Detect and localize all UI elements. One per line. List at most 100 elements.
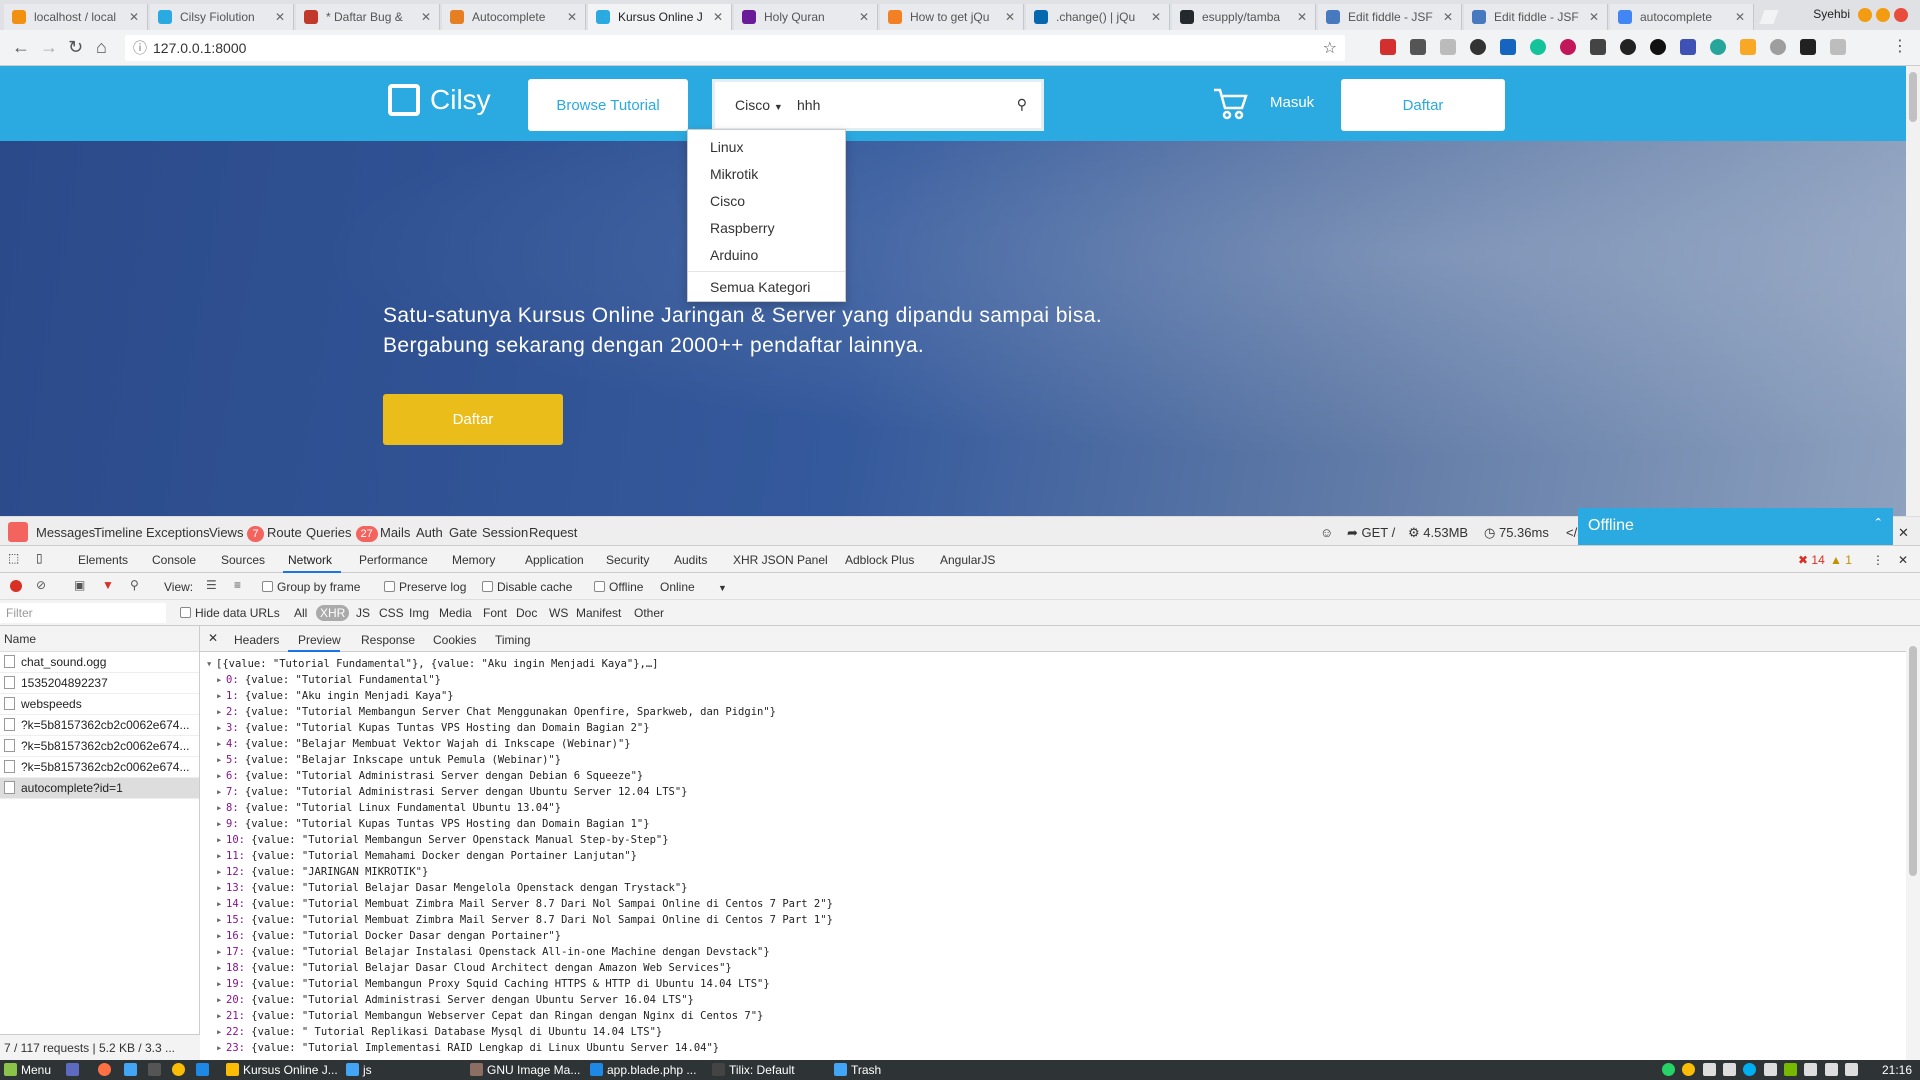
preview-row[interactable]: ▸ 2: {value: "Tutorial Membangun Server C…: [206, 704, 1900, 720]
browser-menu-icon[interactable]: ⋮: [1892, 37, 1908, 57]
preview-row[interactable]: ▸ 8: {value: "Tutorial Linux Fundamental …: [206, 800, 1900, 816]
browser-tab[interactable]: Edit fiddle - JSF ✕: [1318, 4, 1462, 30]
address-bar[interactable]: ⓘ 127.0.0.1:8000 ☆: [125, 35, 1345, 61]
inspect-element-icon[interactable]: ⬚: [8, 551, 19, 565]
start-menu-button[interactable]: Menu: [4, 1063, 51, 1077]
preview-row[interactable]: ▸ 0: {value: "Tutorial Fundamental"}: [206, 672, 1900, 688]
close-tab-icon[interactable]: ✕: [713, 10, 723, 24]
close-tab-icon[interactable]: ✕: [275, 10, 285, 24]
adblock-extension-icon[interactable]: [1380, 39, 1396, 55]
devtools-tab-xhr-json-panel[interactable]: XHR JSON Panel: [733, 553, 828, 567]
group-by-frame-checkbox[interactable]: Group by frame: [262, 580, 360, 594]
extension-icon[interactable]: [1620, 39, 1636, 55]
cart-icon[interactable]: [1212, 86, 1248, 128]
launcher-icon[interactable]: [66, 1063, 83, 1077]
browser-tab[interactable]: autocomplete ✕: [1610, 4, 1754, 30]
request-row[interactable]: ?k=5b8157362cb2c0062e674...: [0, 736, 199, 757]
preview-summary-row[interactable]: ▾ [{value: "Tutorial Fundamental"}, {valu…: [206, 656, 1900, 672]
preview-row[interactable]: ▸ 21: {value: "Tutorial Membangun Webserv…: [206, 1008, 1900, 1024]
close-tab-icon[interactable]: ✕: [1151, 10, 1161, 24]
debugbar-logo-icon[interactable]: [8, 522, 28, 542]
preview-row[interactable]: ▸ 6: {value: "Tutorial Administrasi Serve…: [206, 768, 1900, 784]
close-tab-icon[interactable]: ✕: [421, 10, 431, 24]
close-tab-icon[interactable]: ✕: [1005, 10, 1015, 24]
request-row[interactable]: ?k=5b8157362cb2c0062e674...: [0, 757, 199, 778]
extension-icon[interactable]: [1800, 39, 1816, 55]
debugbar-request-method[interactable]: ➦ GET /: [1347, 525, 1395, 541]
browser-tab[interactable]: localhost / local ✕: [4, 4, 148, 30]
reload-icon[interactable]: ↻: [68, 37, 83, 57]
debugbar-tab-views[interactable]: Views 7: [209, 525, 264, 542]
launcher-icon[interactable]: [148, 1063, 165, 1077]
preview-row[interactable]: ▸ 5: {value: "Belajar Inkscape untuk Pemu…: [206, 752, 1900, 768]
browser-tab[interactable]: .change() | jQu ✕: [1026, 4, 1170, 30]
detail-tab-preview[interactable]: Preview: [298, 633, 341, 647]
extension-icon[interactable]: [1650, 39, 1666, 55]
extension-icon[interactable]: [1560, 39, 1576, 55]
type-filter-js[interactable]: JS: [352, 605, 374, 621]
category-option[interactable]: Mikrotik: [688, 161, 845, 188]
warning-count-badge[interactable]: ▲ 1: [1830, 553, 1852, 567]
browser-profile-name[interactable]: Syehbi: [1813, 7, 1850, 21]
tray-icons[interactable]: [1662, 1063, 1862, 1077]
devtools-tab-application[interactable]: Application: [525, 553, 584, 567]
search-icon[interactable]: ⚲: [130, 578, 139, 592]
type-filter-css[interactable]: CSS: [375, 605, 408, 621]
request-row[interactable]: ?k=5b8157362cb2c0062e674...: [0, 715, 199, 736]
extension-icon[interactable]: [1830, 39, 1846, 55]
hero-register-button[interactable]: Daftar: [383, 394, 563, 445]
browser-tab[interactable]: Edit fiddle - JSF ✕: [1464, 4, 1608, 30]
preview-row[interactable]: ▸ 1: {value: "Aku ingin Menjadi Kaya"}: [206, 688, 1900, 704]
filter-input[interactable]: Filter: [0, 603, 166, 623]
taskbar-window-button[interactable]: GNU Image Ma...: [470, 1063, 580, 1077]
throttling-select[interactable]: Online ▼: [660, 580, 727, 594]
detail-tab-response[interactable]: Response: [361, 633, 415, 647]
devtools-tab-elements[interactable]: Elements: [78, 553, 128, 567]
taskbar-window-button[interactable]: Tilix: Default: [712, 1063, 795, 1077]
extension-icon[interactable]: [1710, 39, 1726, 55]
preview-row[interactable]: ▸ 13: {value: "Tutorial Belajar Dasar Men…: [206, 880, 1900, 896]
request-row[interactable]: webspeeds: [0, 694, 199, 715]
page-scrollbar[interactable]: [1906, 66, 1920, 516]
category-option[interactable]: Raspberry: [688, 215, 845, 242]
grammarly-extension-icon[interactable]: [1530, 39, 1546, 55]
back-icon[interactable]: ←: [12, 37, 30, 57]
type-filter-xhr[interactable]: XHR: [316, 605, 350, 621]
close-detail-icon[interactable]: ✕: [208, 631, 218, 645]
launcher-icon[interactable]: [196, 1063, 213, 1077]
close-tab-icon[interactable]: ✕: [859, 10, 869, 24]
request-row[interactable]: autocomplete?id=1: [0, 778, 199, 799]
chevron-up-icon[interactable]: ˆ: [1876, 517, 1881, 535]
devtools-tab-memory[interactable]: Memory: [452, 553, 495, 567]
filter-icon[interactable]: ▼: [102, 578, 114, 592]
category-option-all[interactable]: Semua Kategori: [688, 271, 845, 298]
preview-row[interactable]: ▸ 7: {value: "Tutorial Administrasi Serve…: [206, 784, 1900, 800]
launcher-icon[interactable]: [172, 1063, 189, 1077]
preview-row[interactable]: ▸ 19: {value: "Tutorial Membangun Proxy S…: [206, 976, 1900, 992]
preview-row[interactable]: ▸ 14: {value: "Tutorial Membuat Zimbra Ma…: [206, 896, 1900, 912]
preview-row[interactable]: ▸ 20: {value: "Tutorial Administrasi Serv…: [206, 992, 1900, 1008]
debugbar-tab-request[interactable]: Request: [529, 525, 577, 540]
devtools-tab-adblock-plus[interactable]: Adblock Plus: [845, 553, 914, 567]
site-logo[interactable]: Cilsy: [388, 84, 491, 116]
preview-row[interactable]: ▸ 10: {value: "Tutorial Membangun Server …: [206, 832, 1900, 848]
close-tab-icon[interactable]: ✕: [129, 10, 139, 24]
taskbar-window-button[interactable]: Trash: [834, 1063, 881, 1077]
search-icon[interactable]: ⚲: [1017, 96, 1027, 113]
debugbar-tab-mails[interactable]: Mails: [380, 525, 410, 540]
type-filter-media[interactable]: Media: [435, 605, 476, 621]
category-dropdown-toggle[interactable]: Cisco ▼: [735, 97, 783, 113]
error-count-badge[interactable]: ✖ 14: [1798, 553, 1825, 567]
devtools-menu-icon[interactable]: ⋮: [1872, 553, 1884, 567]
name-column-header[interactable]: Name: [0, 626, 199, 652]
taskbar-window-button[interactable]: Kursus Online J...: [226, 1063, 338, 1077]
extension-icon[interactable]: [1740, 39, 1756, 55]
clear-icon[interactable]: ⊘: [36, 578, 46, 592]
taskbar-window-button[interactable]: js: [346, 1063, 372, 1077]
large-rows-icon[interactable]: ☰: [206, 578, 217, 592]
category-option[interactable]: Linux: [688, 134, 845, 161]
browser-tab[interactable]: Autocomplete ✕: [442, 4, 586, 30]
type-filter-all[interactable]: All: [290, 605, 311, 621]
debugbar-tab-route[interactable]: Route: [267, 525, 302, 540]
chat-widget[interactable]: Offline ˆ: [1578, 508, 1893, 545]
